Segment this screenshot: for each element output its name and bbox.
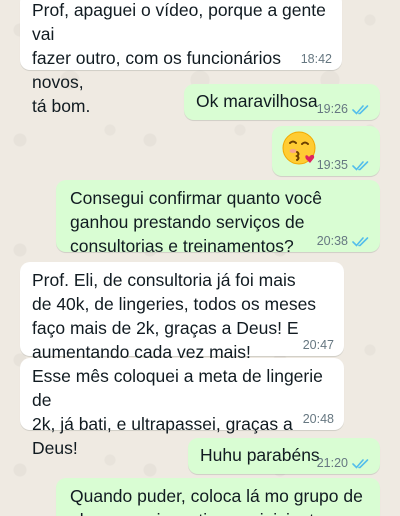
message-bubble-incoming[interactable]: Prof, apaguei o vídeo, porque a gente va…: [20, 0, 342, 116]
message-time: 18:42: [300, 52, 332, 66]
message-time: 20:48: [302, 412, 334, 426]
double-check-read-icon: [352, 160, 369, 171]
message-bubble-incoming[interactable]: Prof. Eli, de consultoria já foi mais de…: [20, 262, 344, 362]
message-bubble-outgoing[interactable]: 19:35: [272, 126, 380, 176]
message-bubble-outgoing[interactable]: Quando puder, coloca lá mo grupo de alun…: [56, 478, 380, 516]
message-text: Prof. Eli, de consultoria já foi mais de…: [32, 270, 317, 362]
message-bubble-incoming[interactable]: Esse mês coloquei a meta de lingerie de …: [20, 358, 344, 458]
message-bubble-outgoing[interactable]: Consegui confirmar quanto você ganhou pr…: [56, 180, 380, 256]
message-time: 19:26: [316, 102, 348, 116]
double-check-read-icon: [352, 458, 369, 469]
double-check-read-icon: [352, 236, 369, 247]
double-check-read-icon: [352, 104, 369, 115]
message-text: Quando puder, coloca lá mo grupo de alun…: [70, 486, 363, 516]
message-time: 20:38: [316, 234, 348, 248]
message-bubble-outgoing[interactable]: Ok maravilhosa 19:26: [184, 84, 380, 120]
message-time: 19:35: [316, 158, 348, 172]
kiss-emoji-icon: [282, 131, 316, 165]
message-bubble-outgoing[interactable]: Huhu parabéns 21:20: [188, 438, 380, 474]
message-time: 21:20: [316, 456, 348, 470]
message-time: 20:47: [302, 338, 334, 352]
